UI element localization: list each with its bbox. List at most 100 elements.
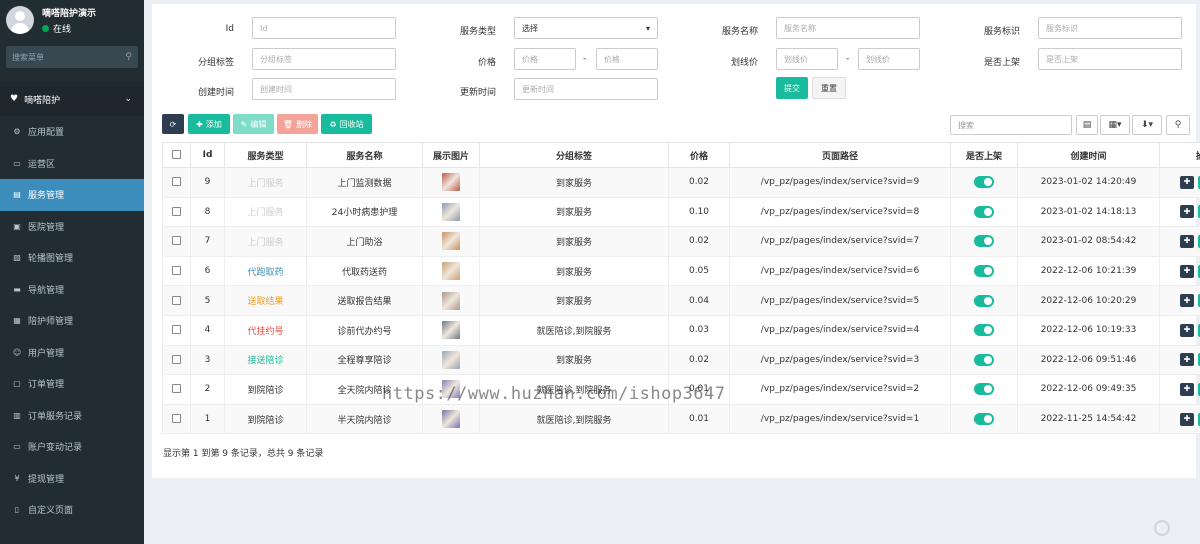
group-input[interactable] (252, 48, 396, 70)
menu-group-header[interactable]: ♥ 嘀嗒陪护 ⌄ (0, 82, 144, 116)
service-tag-input[interactable] (1038, 17, 1182, 39)
row-checkbox[interactable] (172, 266, 181, 276)
column-header-type[interactable]: 服务类型 (224, 142, 307, 168)
row-checkbox-cell[interactable] (162, 226, 191, 257)
sidebar-item[interactable]: ▢ 订单管理 (0, 368, 144, 400)
service-thumbnail[interactable] (442, 350, 460, 369)
table-row[interactable]: 1 到院陪诊 半天院内陪诊 就医陪诊,到院服务 0.01/vp_pz/pages/ind… (162, 403, 1200, 435)
row-checkbox[interactable] (172, 325, 181, 335)
select-all-checkbox[interactable] (172, 150, 181, 159)
table-row[interactable]: 7 上门服务 上门助浴 到家服务 0.02/vp_pz/pages/index/serv… (162, 226, 1200, 257)
updated-time-input[interactable] (514, 78, 658, 100)
line-price-max-input[interactable] (858, 48, 920, 70)
onshelf-toggle[interactable] (974, 413, 994, 426)
sidebar-item[interactable]: ▭ 运营区 (0, 148, 144, 180)
onshelf-toggle[interactable] (974, 353, 994, 366)
row-checkbox-cell[interactable] (162, 403, 191, 435)
reset-button[interactable]: 重置 (812, 77, 846, 99)
select-all-checkbox-cell[interactable] (162, 142, 191, 168)
row-checkbox[interactable] (172, 354, 181, 364)
detail-button[interactable]: ✚ (1180, 234, 1194, 248)
service-thumbnail[interactable] (442, 321, 460, 340)
service-thumbnail[interactable] (442, 262, 460, 281)
service-thumbnail[interactable] (442, 202, 460, 221)
sidebar-item[interactable]: ⚙ 应用配置 (0, 116, 144, 148)
column-header-id[interactable]: Id (190, 142, 225, 168)
onshelf-toggle[interactable] (974, 294, 994, 307)
sidebar-item[interactable]: ▯ 自定义页面 (0, 494, 144, 526)
detail-button[interactable]: ✚ (1180, 205, 1194, 219)
row-checkbox[interactable] (172, 206, 181, 216)
row-checkbox-cell[interactable] (162, 314, 191, 346)
delete-button[interactable]: 🗑 删除 (277, 114, 318, 134)
detail-button[interactable]: ✚ (1180, 353, 1194, 367)
sidebar-item[interactable]: ▬ 导航管理 (0, 274, 144, 306)
detail-button[interactable]: ✚ (1180, 412, 1194, 426)
edit-button[interactable]: ✎ 编辑 (233, 114, 274, 134)
column-header-created[interactable]: 创建时间 (1017, 142, 1160, 168)
refresh-button[interactable]: ⟳ (162, 114, 184, 134)
service-thumbnail[interactable] (442, 291, 460, 310)
add-button[interactable]: ✚ 添加 (188, 114, 230, 134)
sidebar-search[interactable]: ⚲ (6, 46, 138, 68)
detail-button[interactable]: ✚ (1180, 264, 1194, 278)
row-checkbox[interactable] (172, 236, 181, 246)
onshelf-toggle[interactable] (974, 205, 994, 218)
row-checkbox-cell[interactable] (162, 167, 191, 198)
table-row[interactable]: 2 到院陪诊 全天院内陪诊 就医陪诊,到院服务 0.01/vp_pz/pages/ind… (162, 374, 1200, 405)
sidebar-item[interactable]: ▦ 陪护师管理 (0, 305, 144, 337)
sidebar-item[interactable]: ▣ 医院管理 (0, 211, 144, 243)
column-header-image[interactable]: 展示图片 (422, 142, 480, 168)
onshelf-toggle[interactable] (974, 324, 994, 337)
export-button[interactable]: ⬇▾ (1132, 115, 1162, 135)
table-search-input[interactable] (950, 115, 1072, 135)
row-checkbox[interactable] (172, 177, 181, 187)
row-checkbox[interactable] (172, 295, 181, 305)
table-row[interactable]: 8 上门服务 24小时病患护理 到家服务 0.10/vp_pz/pages/index/… (162, 196, 1200, 228)
table-row[interactable]: 5 送取结果 送取报告结果 到家服务 0.04/vp_pz/pages/index/se… (162, 285, 1200, 316)
column-header-group[interactable]: 分组标签 (479, 142, 669, 168)
sidebar-item[interactable]: ☺ 用户管理 (0, 337, 144, 369)
submit-button[interactable]: 提交 (776, 77, 808, 99)
table-row[interactable]: 9 上门服务 上门监测数据 到家服务 0.02/vp_pz/pages/index/se… (162, 167, 1200, 198)
table-row[interactable]: 6 代跑取药 代取药送药 到家服务 0.05/vp_pz/pages/index/ser… (162, 255, 1200, 287)
column-header-onshelf[interactable]: 是否上架 (950, 142, 1018, 168)
line-price-min-input[interactable] (776, 48, 838, 70)
detail-button[interactable]: ✚ (1180, 382, 1194, 396)
column-header-path[interactable]: 页面路径 (729, 142, 951, 168)
service-type-select[interactable]: 选择 ▾ (514, 17, 658, 39)
row-checkbox-cell[interactable] (162, 196, 191, 228)
row-checkbox[interactable] (172, 414, 181, 424)
service-name-input[interactable] (776, 17, 920, 39)
price-max-input[interactable] (596, 48, 658, 70)
onshelf-toggle[interactable] (974, 235, 994, 248)
service-thumbnail[interactable] (442, 173, 460, 192)
columns-button[interactable]: ▦▾ (1100, 115, 1130, 135)
table-row[interactable]: 3 接送陪诊 全程尊享陪诊 到家服务 0.02/vp_pz/pages/index/se… (162, 344, 1200, 376)
table-row[interactable]: 4 代挂约号 诊前代办约号 就医陪诊,到院服务 0.03/vp_pz/pages/ind… (162, 314, 1200, 346)
row-checkbox-cell[interactable] (162, 285, 191, 316)
column-header-name[interactable]: 服务名称 (306, 142, 423, 168)
service-thumbnail[interactable] (442, 232, 460, 251)
detail-button[interactable]: ✚ (1180, 294, 1194, 308)
row-checkbox-cell[interactable] (162, 255, 191, 287)
onshelf-toggle[interactable] (974, 176, 994, 189)
onshelf-toggle[interactable] (974, 265, 994, 278)
sidebar-item[interactable]: ▨ 轮播图管理 (0, 242, 144, 274)
sidebar-item[interactable]: ▥ 订单服务记录 (0, 400, 144, 432)
detail-button[interactable]: ✚ (1180, 323, 1194, 337)
created-time-input[interactable] (252, 78, 396, 100)
id-input[interactable] (252, 17, 396, 39)
sidebar-search-input[interactable] (12, 52, 112, 62)
sidebar-item[interactable]: ¥ 提现管理 (0, 463, 144, 495)
service-thumbnail[interactable] (442, 380, 460, 399)
price-min-input[interactable] (514, 48, 576, 70)
search-icon[interactable]: ⚲ (125, 52, 132, 62)
column-header-price[interactable]: 价格 (668, 142, 730, 168)
row-checkbox-cell[interactable] (162, 344, 191, 376)
row-checkbox-cell[interactable] (162, 374, 191, 405)
service-thumbnail[interactable] (442, 410, 460, 429)
detail-button[interactable]: ✚ (1180, 175, 1194, 189)
onshelf-toggle[interactable] (974, 383, 994, 396)
advanced-search-button[interactable]: ⚲ (1166, 115, 1190, 135)
